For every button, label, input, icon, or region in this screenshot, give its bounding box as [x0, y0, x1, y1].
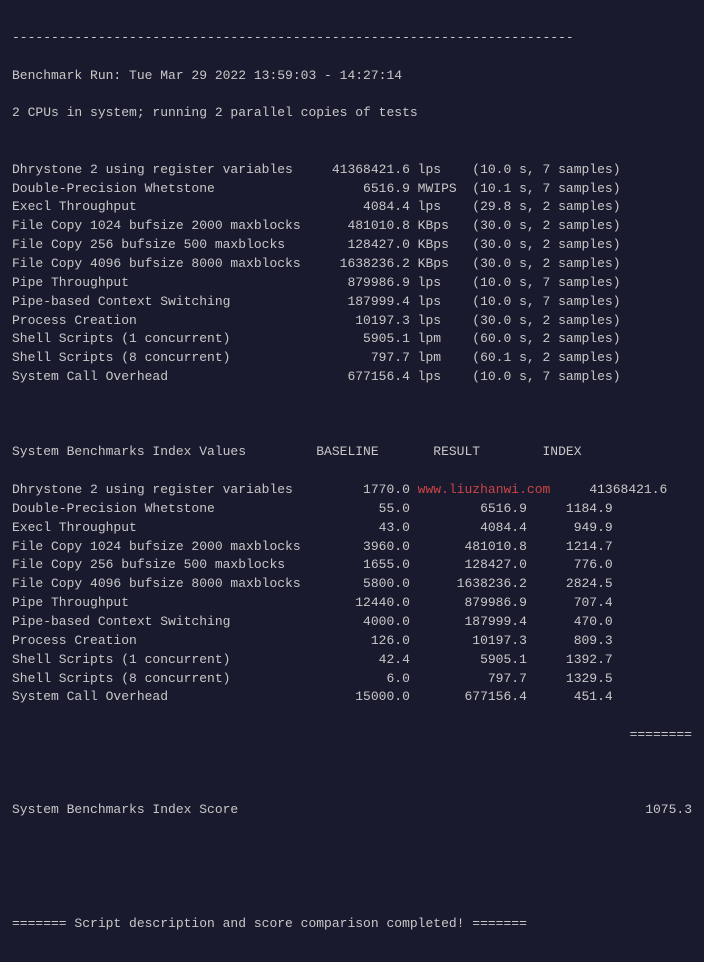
benchmark-result-row: Execl Throughput 4084.4 lps (29.8 s, 2 s… — [12, 198, 692, 217]
benchmark-result-row: System Call Overhead 677156.4 lps (10.0 … — [12, 368, 692, 387]
index-result-row: Double-Precision Whetstone 55.0 6516.9 1… — [12, 500, 692, 519]
score-line: System Benchmarks Index Score 1075.3 — [12, 801, 692, 820]
benchmark-result-row: Pipe-based Context Switching 187999.4 lp… — [12, 293, 692, 312]
index-result-row: Pipe-based Context Switching 4000.0 1879… — [12, 613, 692, 632]
benchmark-result-row: File Copy 4096 bufsize 8000 maxblocks 16… — [12, 255, 692, 274]
benchmark-result-row: Dhrystone 2 using register variables 413… — [12, 161, 692, 180]
watermark: www.liuzhanwi.com — [410, 482, 550, 497]
index-header-row: System Benchmarks Index Values BASELINE … — [12, 443, 692, 462]
index-rest: 41368421.6 3544.9 — [550, 482, 704, 497]
benchmark-results-section: Dhrystone 2 using register variables 413… — [12, 161, 692, 387]
benchmark-result-row: Process Creation 10197.3 lps (30.0 s, 2 … — [12, 312, 692, 331]
benchmark-result-row: Double-Precision Whetstone 6516.9 MWIPS … — [12, 180, 692, 199]
equals-divider-line: ======== — [12, 726, 692, 745]
index-result-row: Dhrystone 2 using register variables 177… — [12, 481, 692, 500]
separator-top: ----------------------------------------… — [12, 30, 574, 45]
header-line2-text: 2 CPUs in system; running 2 parallel cop… — [12, 105, 418, 120]
index-result-row: File Copy 4096 bufsize 8000 maxblocks 58… — [12, 575, 692, 594]
footer-text: ======= Script description and score com… — [12, 915, 692, 934]
index-result-row: Pipe Throughput 12440.0 879986.9 707.4 — [12, 594, 692, 613]
terminal-output: ----------------------------------------… — [12, 10, 692, 952]
benchmark-result-row: Shell Scripts (8 concurrent) 797.7 lpm (… — [12, 349, 692, 368]
benchmark-result-row: File Copy 1024 bufsize 2000 maxblocks 48… — [12, 217, 692, 236]
header-line1-text: Benchmark Run: Tue Mar 29 2022 13:59:03 … — [12, 68, 402, 83]
benchmark-result-row: Shell Scripts (1 concurrent) 5905.1 lpm … — [12, 330, 692, 349]
index-result-row: Process Creation 126.0 10197.3 809.3 — [12, 632, 692, 651]
equals-text: ======== — [630, 726, 692, 745]
score-value: 1075.3 — [645, 801, 692, 820]
benchmark-result-row: Pipe Throughput 879986.9 lps (10.0 s, 7 … — [12, 274, 692, 293]
index-result-row: Shell Scripts (1 concurrent) 42.4 5905.1… — [12, 651, 692, 670]
index-result-row: Execl Throughput 43.0 4084.4 949.9 — [12, 519, 692, 538]
result-text: Dhrystone 2 using register variables 413… — [12, 162, 621, 177]
benchmark-result-row: File Copy 256 bufsize 500 maxblocks 1284… — [12, 236, 692, 255]
score-label: System Benchmarks Index Score — [12, 801, 238, 820]
index-results-section: Dhrystone 2 using register variables 177… — [12, 481, 692, 707]
index-name: Dhrystone 2 using register variables 177… — [12, 482, 410, 497]
index-result-row: File Copy 256 bufsize 500 maxblocks 1655… — [12, 556, 692, 575]
result-text: System Call Overhead 677156.4 lps (10.0 … — [12, 369, 621, 384]
index-result-row: System Call Overhead 15000.0 677156.4 45… — [12, 688, 692, 707]
index-result-row: File Copy 1024 bufsize 2000 maxblocks 39… — [12, 538, 692, 557]
